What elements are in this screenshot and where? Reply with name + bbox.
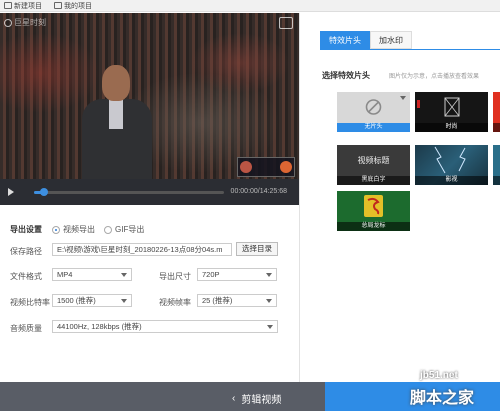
lightning-thumb-icon	[434, 146, 466, 174]
video-export-radio[interactable]: 视频导出	[52, 224, 95, 235]
export-size-label: 导出尺寸	[159, 272, 191, 281]
intro-card-label: 无片头	[337, 123, 410, 132]
new-project-button[interactable]: 新建项目	[4, 1, 42, 11]
video-logo-text: 巨星时刻	[14, 18, 46, 27]
file-format-select[interactable]: MP4	[52, 268, 132, 281]
video-bitrate-select[interactable]: 1500 (推荐)	[52, 294, 132, 307]
chevron-left-icon: ‹	[232, 393, 236, 404]
video-preview[interactable]: 巨星时刻	[0, 13, 299, 179]
file-format-label: 文件格式	[10, 272, 42, 281]
video-logo: 巨星时刻	[4, 17, 46, 28]
audio-quality-label: 音频质量	[10, 324, 42, 333]
fashion-thumb-icon	[417, 97, 460, 117]
effects-panel: 特效片头 加水印 选择特效片头 图片仅为示意，点击播放查看效果 无片头 时尚 视…	[300, 13, 500, 382]
back-to-edit-label: 剪辑视频	[241, 395, 282, 406]
radio-empty-icon	[104, 225, 112, 234]
dragon-logo-icon	[364, 195, 383, 217]
folder-icon	[54, 2, 62, 9]
time-display: 00:00:00/14:25:68	[230, 188, 287, 195]
gif-export-label: GIF导出	[115, 225, 145, 234]
intro-card-dragon-logo[interactable]: 总局龙标	[337, 191, 410, 231]
choose-directory-button[interactable]: 选择目录	[236, 242, 278, 256]
video-fps-select[interactable]: 25 (推荐)	[197, 294, 277, 307]
intro-card-label	[493, 123, 500, 132]
progress-handle[interactable]	[39, 188, 48, 196]
export-size-select[interactable]: 720P	[197, 268, 277, 281]
intro-card-label: 影视	[415, 176, 488, 185]
export-settings-title: 导出设置	[10, 225, 42, 234]
export-settings: 导出设置 视频导出 GIF导出 保存路径 E:\视频\游戏\巨星时刻_20180…	[0, 206, 299, 382]
new-project-icon	[4, 2, 12, 9]
tab-intro-effects[interactable]: 特效片头	[320, 31, 370, 49]
new-project-label: 新建项目	[14, 2, 42, 10]
site-watermark-name: 脚本之家	[410, 390, 475, 407]
intro-card-partial-1[interactable]	[493, 92, 500, 132]
player-controls: 00:00:00/14:25:68	[0, 179, 299, 205]
tab-underline	[320, 49, 500, 50]
back-to-edit-button[interactable]: ‹ 剪辑视频	[232, 391, 281, 406]
site-watermark-url: jb51.net	[420, 370, 458, 381]
tab-watermark[interactable]: 加水印	[370, 31, 412, 49]
play-icon[interactable]	[8, 188, 14, 196]
intro-card-label: 时尚	[415, 123, 488, 132]
video-bitrate-label: 视频比特率	[10, 298, 50, 307]
video-export-label: 视频导出	[63, 225, 95, 234]
video-title-thumb-text: 视频标题	[357, 156, 390, 165]
video-fps-label: 视频帧率	[159, 298, 191, 307]
intro-card-none[interactable]: 无片头	[337, 92, 410, 132]
intro-card-film[interactable]: 影视	[415, 145, 488, 185]
save-path-label: 保存路径	[10, 247, 42, 256]
logo-icon	[4, 18, 12, 27]
intro-card-label: 黑底白字	[337, 176, 410, 185]
section-title: 选择特效片头	[322, 71, 370, 80]
my-projects-button[interactable]: 我的项目	[54, 1, 92, 11]
scoreboard-overlay	[237, 157, 295, 177]
intro-card-label: 总局龙标	[337, 222, 410, 231]
intro-card-partial-2[interactable]	[493, 145, 500, 185]
channel-logo-icon	[279, 17, 293, 29]
intro-card-fashion[interactable]: 时尚	[415, 92, 488, 132]
intro-card-black-white-text[interactable]: 视频标题 黑底白字	[337, 145, 410, 185]
video-subject	[82, 65, 152, 179]
section-hint: 图片仅为示意，点击播放查看效果	[389, 74, 480, 80]
save-path-input[interactable]: E:\视频\游戏\巨星时刻_20180226-13点08分04s.m	[52, 243, 232, 256]
effects-tabs: 特效片头 加水印	[320, 31, 412, 49]
audio-quality-select[interactable]: 44100Hz, 128kbps (推荐)	[52, 320, 278, 333]
top-toolbar: 新建项目 我的项目	[0, 0, 500, 12]
intro-card-label	[493, 176, 500, 185]
progress-bar[interactable]	[34, 188, 224, 196]
radio-selected-icon	[52, 225, 60, 234]
my-projects-label: 我的项目	[64, 2, 92, 10]
gif-export-radio[interactable]: GIF导出	[104, 224, 144, 235]
no-intro-icon	[365, 99, 382, 115]
bottom-bar: ‹ 剪辑视频	[0, 382, 325, 411]
